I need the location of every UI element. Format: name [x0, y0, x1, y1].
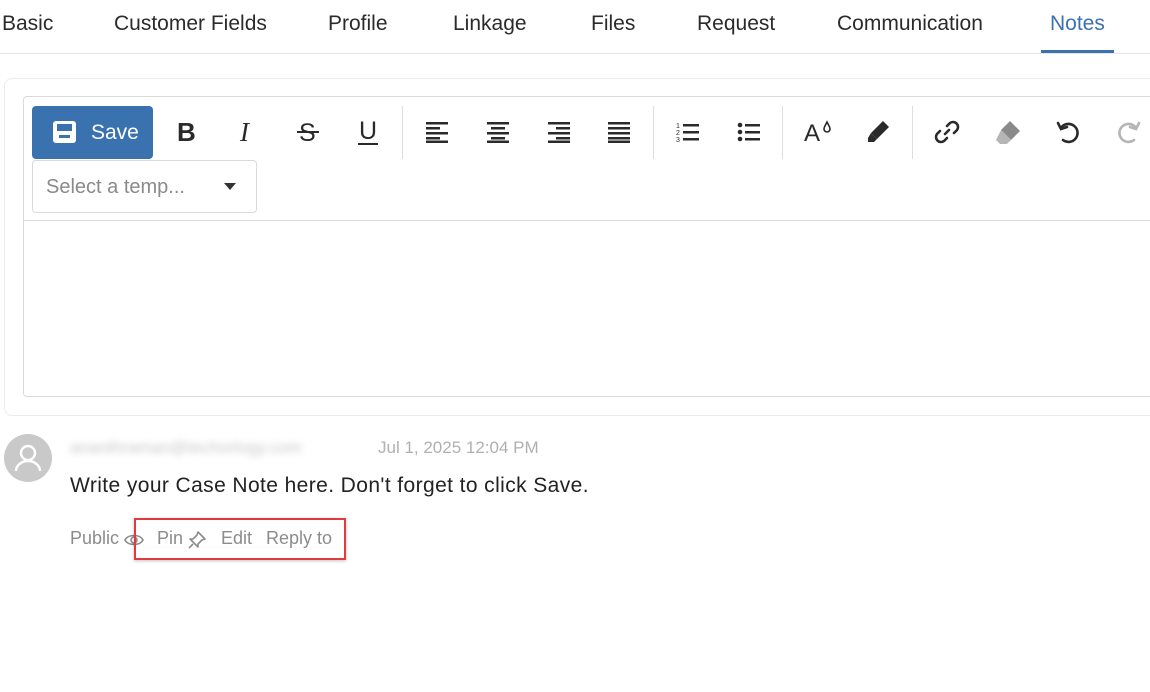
svg-text:B: B	[177, 119, 196, 145]
font-color-icon: A	[804, 120, 831, 145]
undo-button[interactable]	[1046, 110, 1090, 154]
align-left-button[interactable]	[415, 110, 459, 154]
align-center-button[interactable]	[476, 110, 520, 154]
strikethrough-icon: S	[297, 119, 319, 145]
pin-action[interactable]: Pin	[157, 528, 183, 549]
align-left-icon	[426, 122, 448, 143]
svg-text:2: 2	[676, 130, 680, 137]
note-author: ananthraman@techorlogy.com	[70, 438, 302, 457]
eye-icon[interactable]	[124, 532, 144, 548]
redo-icon	[1118, 121, 1141, 144]
ordered-list-button[interactable]: 123	[666, 110, 710, 154]
toolbar-separator	[912, 106, 913, 159]
redo-button[interactable]	[1107, 110, 1150, 154]
unordered-list-icon	[737, 122, 760, 142]
template-select-placeholder: Select a temp...	[46, 176, 185, 198]
floppy-disk-icon	[53, 121, 76, 143]
tab-profile[interactable]: Profile	[328, 12, 388, 36]
align-right-button[interactable]	[537, 110, 581, 154]
highlighter-icon	[868, 121, 889, 142]
tab-communication[interactable]: Communication	[837, 12, 983, 36]
highlight-button[interactable]	[856, 110, 900, 154]
template-select[interactable]: Select a temp...	[32, 160, 257, 213]
save-button[interactable]: Save	[32, 106, 153, 159]
unordered-list-button[interactable]	[727, 110, 771, 154]
avatar	[4, 434, 52, 482]
toolbar-separator	[782, 106, 783, 159]
tab-files[interactable]: Files	[591, 12, 635, 36]
chevron-down-icon	[224, 183, 236, 190]
note-body: Write your Case Note here. Don't forget …	[70, 474, 589, 497]
tab-basic[interactable]: Basic	[2, 12, 53, 36]
toolbar-separator	[653, 106, 654, 159]
active-tab-indicator	[1041, 50, 1114, 53]
visibility-label: Public	[70, 528, 120, 548]
bold-icon: B	[177, 119, 196, 145]
edit-action[interactable]: Edit	[221, 528, 252, 549]
svg-text:3: 3	[676, 137, 680, 143]
bold-button[interactable]: B	[164, 110, 208, 154]
italic-icon: I	[239, 119, 251, 145]
tab-notes[interactable]: Notes	[1050, 12, 1105, 36]
eraser-icon	[996, 121, 1020, 144]
pin-icon[interactable]	[188, 531, 206, 549]
toolbar-separator	[402, 106, 403, 159]
strikethrough-button[interactable]: S	[286, 110, 330, 154]
reply-action[interactable]: Reply to	[266, 528, 332, 549]
link-button[interactable]	[925, 110, 969, 154]
align-justify-button[interactable]	[597, 110, 641, 154]
tab-bar: Basic Customer Fields Profile Linkage Fi…	[0, 0, 1150, 54]
tab-customer-fields[interactable]: Customer Fields	[114, 12, 267, 36]
svg-text:1: 1	[676, 123, 680, 130]
undo-icon	[1056, 121, 1079, 144]
link-icon	[934, 120, 960, 144]
svg-text:A: A	[804, 120, 820, 145]
svg-text:U: U	[359, 118, 377, 145]
ordered-list-icon: 123	[676, 123, 699, 143]
tab-request[interactable]: Request	[697, 12, 775, 36]
align-center-icon	[487, 122, 509, 143]
svg-text:I: I	[239, 119, 251, 145]
clear-format-button[interactable]	[986, 110, 1030, 154]
font-color-button[interactable]: A	[796, 110, 840, 154]
save-button-label: Save	[91, 121, 139, 144]
italic-button[interactable]: I	[225, 110, 269, 154]
underline-icon: U	[358, 118, 378, 145]
underline-button[interactable]: U	[346, 110, 390, 154]
note-timestamp: Jul 1, 2025 12:04 PM	[378, 438, 539, 457]
user-icon	[14, 444, 42, 472]
tab-linkage[interactable]: Linkage	[453, 12, 527, 36]
toolbar-divider	[24, 220, 1150, 221]
align-right-icon	[548, 122, 570, 143]
align-justify-icon	[608, 122, 630, 143]
